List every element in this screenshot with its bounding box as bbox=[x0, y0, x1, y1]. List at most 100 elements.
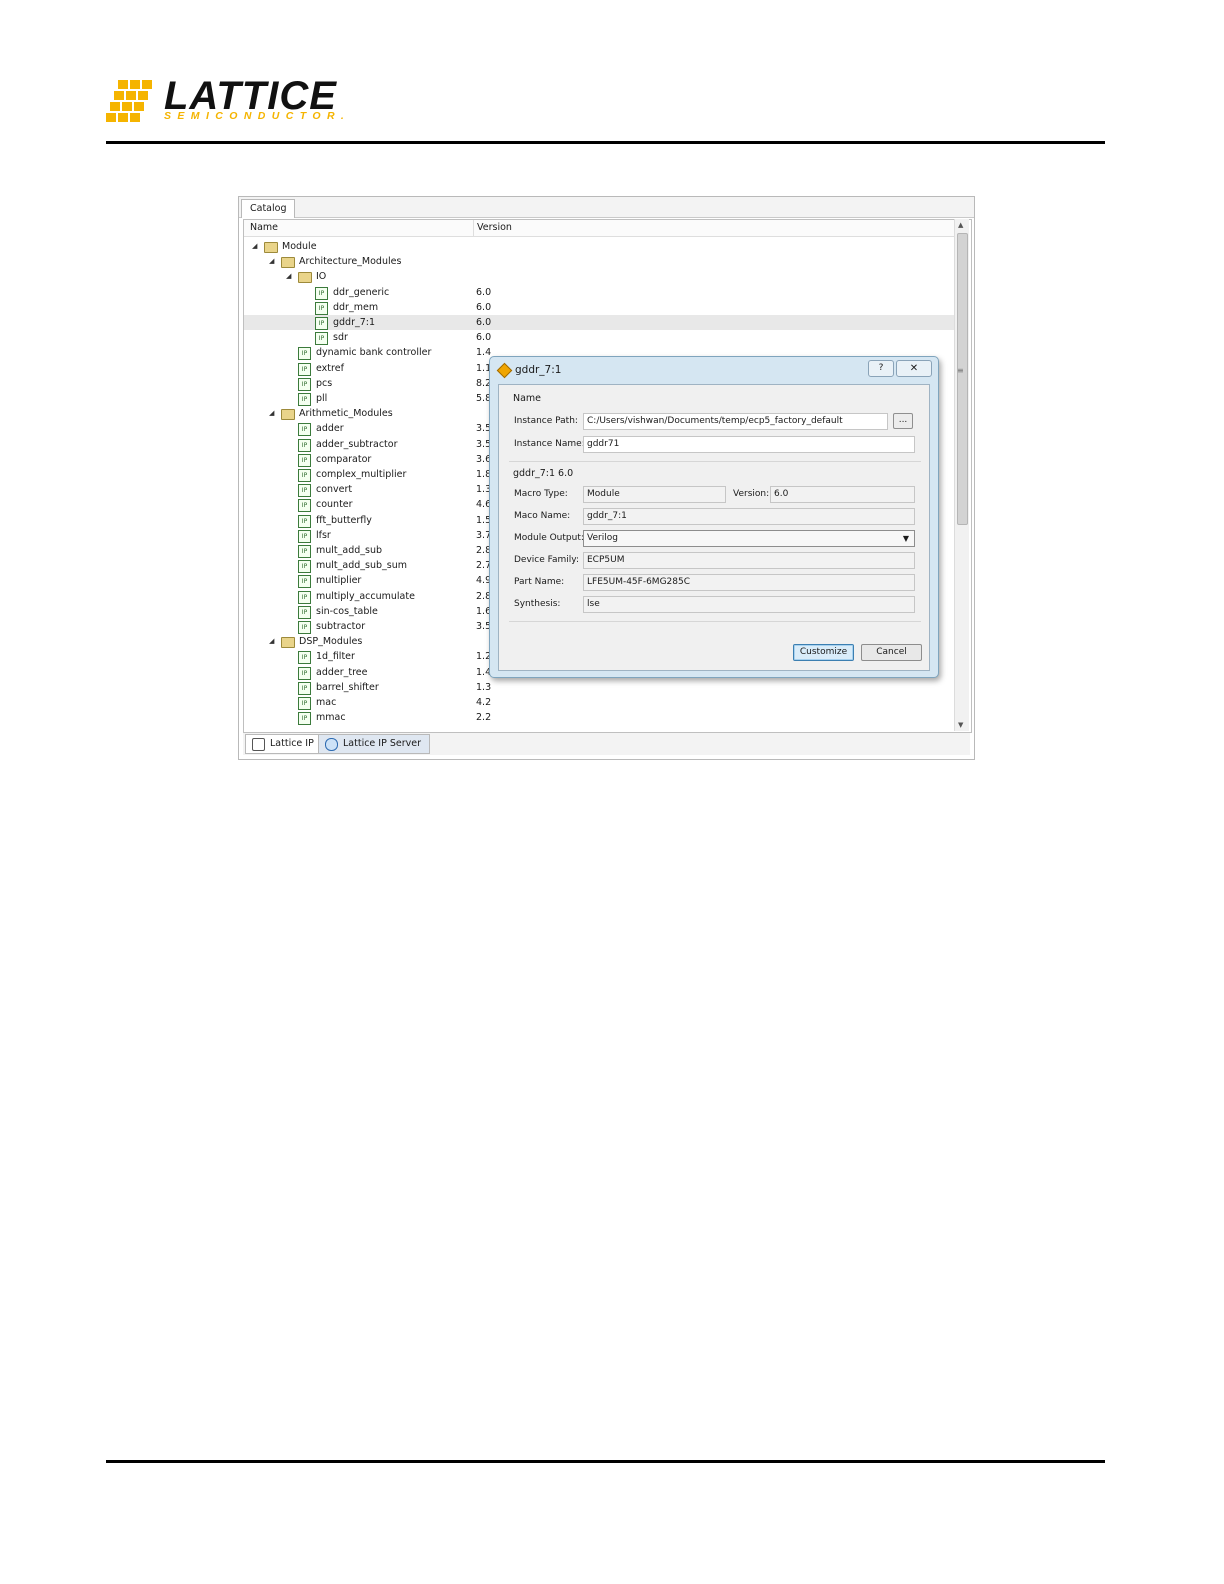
tree-row-label: mult_add_sub bbox=[316, 545, 383, 556]
tree-row[interactable]: IP gddr_7:1 6.0 bbox=[244, 315, 956, 330]
module-icon: IP bbox=[298, 377, 311, 391]
instance-path-input[interactable]: C:/Users/vishwan/Documents/temp/ecp5_fac… bbox=[583, 413, 888, 430]
browse-button[interactable]: ... bbox=[893, 413, 913, 429]
module-icon: IP bbox=[315, 317, 328, 330]
tree-row-label: ddr_mem bbox=[333, 301, 379, 313]
tree-row-label: Module bbox=[282, 241, 317, 252]
tree-row-version: 6.0 bbox=[476, 301, 492, 313]
module-icon: IP bbox=[298, 499, 311, 513]
tree-row-label: ddr_generic bbox=[333, 286, 390, 298]
tree-row-label: convert bbox=[316, 484, 353, 496]
module-icon: IP bbox=[298, 529, 311, 543]
module-icon: IP bbox=[298, 469, 311, 482]
version-label: Version: bbox=[733, 489, 770, 499]
scroll-down-icon[interactable]: ▼ bbox=[958, 721, 963, 729]
tree-row-label: barrel_shifter bbox=[316, 681, 379, 693]
tree-row[interactable]: IP barrel_shifter 1.3 bbox=[244, 680, 956, 695]
expand-triangle-icon[interactable]: ◢ bbox=[269, 406, 274, 421]
cancel-button[interactable]: Cancel bbox=[861, 644, 922, 661]
globe-icon bbox=[325, 738, 338, 751]
module-icon: IP bbox=[298, 712, 311, 726]
dialog-title: gddr_7:1 bbox=[515, 364, 562, 376]
macro-type-field: Module bbox=[583, 486, 726, 503]
tree-row-version: 6.0 bbox=[476, 286, 492, 298]
folder-icon bbox=[281, 257, 295, 269]
tree-vertical-scrollbar[interactable]: ▲ ≡ ▼ bbox=[954, 219, 969, 731]
tree-row-label: pcs bbox=[316, 377, 333, 389]
header-rule bbox=[106, 141, 1105, 144]
tree-row-label: mac bbox=[316, 697, 337, 708]
module-icon: IP bbox=[298, 347, 311, 361]
tree-row[interactable]: IP ddr_generic 6.0 bbox=[244, 285, 956, 300]
column-version-header[interactable]: Version bbox=[477, 222, 512, 233]
tree-row-version: 1.3 bbox=[476, 681, 492, 693]
maco-name-field: gddr_7:1 bbox=[583, 508, 915, 525]
column-name-header[interactable]: Name bbox=[250, 222, 278, 233]
module-icon: IP bbox=[298, 484, 311, 498]
maco-name-label: Maco Name: bbox=[514, 511, 571, 521]
instance-path-label: Instance Path: bbox=[514, 416, 578, 426]
tab-catalog[interactable]: Catalog bbox=[241, 199, 296, 218]
part-name-field: LFE5UM-45F-6MG285C bbox=[583, 574, 915, 591]
tree-row-version: 2.2 bbox=[476, 712, 492, 724]
catalog-tabbar: Catalog bbox=[239, 197, 974, 218]
tree-row-label: pll bbox=[316, 393, 328, 404]
tree-row-label: counter bbox=[316, 499, 353, 511]
scrollbar-thumb[interactable] bbox=[957, 233, 968, 525]
module-icon: IP bbox=[298, 590, 311, 604]
tree-row-label: gddr_7:1 bbox=[333, 317, 376, 328]
customize-button[interactable]: Customize bbox=[793, 644, 854, 661]
expand-triangle-icon[interactable]: ◢ bbox=[286, 269, 291, 284]
tree-row[interactable]: IP mac 4.2 bbox=[244, 695, 956, 710]
module-icon: IP bbox=[298, 453, 311, 467]
tree-row-label: Architecture_Modules bbox=[299, 256, 402, 268]
module-icon: IP bbox=[298, 666, 311, 680]
logo-mark-icon bbox=[106, 80, 158, 124]
tree-row[interactable]: IP ddr_mem 6.0 bbox=[244, 300, 956, 315]
bottom-tabbar: Lattice IP Lattice IP Server bbox=[243, 733, 970, 755]
tree-row-version: 4.2 bbox=[476, 697, 492, 708]
tree-row[interactable]: IP mmac 2.2 bbox=[244, 710, 956, 726]
close-button[interactable]: ✕ bbox=[896, 360, 932, 377]
module-group-title: gddr_7:1 6.0 bbox=[513, 468, 574, 479]
module-icon: IP bbox=[298, 362, 311, 376]
module-icon: IP bbox=[315, 286, 328, 300]
tree-row-label: adder bbox=[316, 423, 344, 435]
expand-triangle-icon[interactable]: ◢ bbox=[252, 239, 257, 254]
tree-row-label: complex_multiplier bbox=[316, 469, 407, 480]
tree-row-label: multiplier bbox=[316, 575, 362, 587]
tree-row[interactable]: ◢ Module bbox=[244, 239, 956, 254]
module-icon: IP bbox=[298, 560, 311, 574]
tree-row[interactable]: ◢ IO bbox=[244, 269, 956, 284]
folder-icon bbox=[281, 637, 295, 649]
scroll-up-icon[interactable]: ▲ bbox=[958, 221, 963, 229]
dialog-body: Name Instance Path: C:/Users/vishwan/Doc… bbox=[498, 384, 930, 671]
tree-row-label: IO bbox=[316, 271, 327, 283]
tree-row[interactable]: ◢ Architecture_Modules bbox=[244, 254, 956, 269]
synthesis-label: Synthesis: bbox=[514, 599, 561, 609]
tree-row-label: extref bbox=[316, 362, 344, 374]
help-button[interactable]: ? bbox=[868, 360, 894, 377]
module-icon: IP bbox=[298, 514, 311, 528]
module-icon: IP bbox=[315, 301, 328, 315]
module-output-select[interactable]: Verilog ▼ bbox=[583, 530, 915, 547]
tree-row[interactable]: IP sdr 6.0 bbox=[244, 330, 956, 346]
folder-icon bbox=[281, 409, 295, 421]
module-icon: IP bbox=[298, 621, 311, 634]
tree-row-label: Arithmetic_Modules bbox=[299, 408, 393, 420]
synthesis-field: lse bbox=[583, 596, 915, 613]
version-field: 6.0 bbox=[770, 486, 915, 503]
tree-row-label: lfsr bbox=[316, 529, 331, 541]
tree-row-label: multiply_accumulate bbox=[316, 590, 415, 602]
tab-lattice-ip[interactable]: Lattice IP bbox=[245, 734, 323, 754]
tree-row-label: fft_butterfly bbox=[316, 514, 372, 526]
part-name-label: Part Name: bbox=[514, 577, 565, 587]
tab-lattice-ip-server[interactable]: Lattice IP Server bbox=[318, 734, 430, 754]
dialog-app-icon bbox=[496, 362, 513, 379]
expand-triangle-icon[interactable]: ◢ bbox=[269, 634, 274, 649]
folder-icon bbox=[298, 272, 312, 284]
module-icon: IP bbox=[298, 545, 311, 558]
tree-row-label: comparator bbox=[316, 453, 372, 465]
instance-name-input[interactable]: gddr71 bbox=[583, 436, 915, 453]
expand-triangle-icon[interactable]: ◢ bbox=[269, 254, 274, 269]
